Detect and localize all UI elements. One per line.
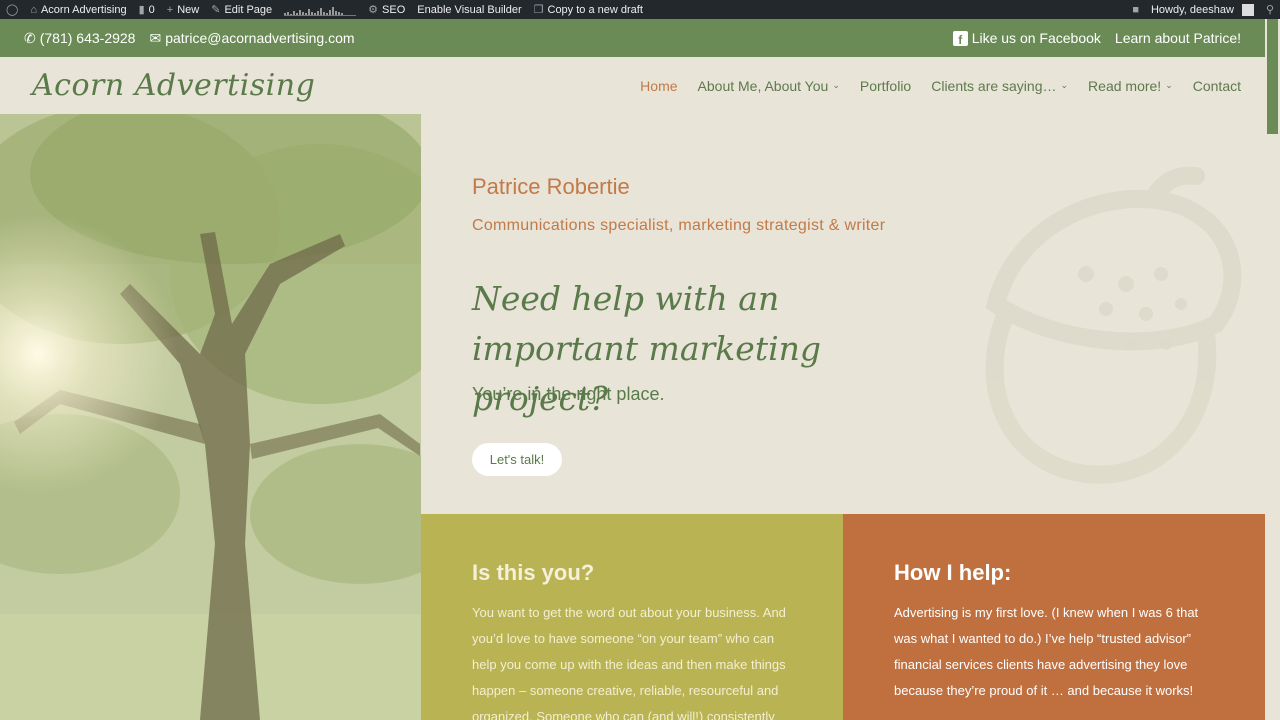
nav-item-clients[interactable]: Clients are saying… ⌄ — [931, 78, 1068, 94]
nav-label: Contact — [1192, 77, 1241, 94]
seo-menu[interactable]: ⚙ SEO — [362, 0, 411, 19]
admin-bar: ◯ ⌂ Acorn Advertising ▮ 0 + New ✎ Edit P… — [0, 0, 1280, 19]
plus-icon: + — [166, 3, 174, 16]
facebook-link[interactable]: f Like us on Facebook — [952, 30, 1101, 46]
page-scrollbar[interactable] — [1265, 19, 1280, 720]
chevron-down-icon: ⌄ — [832, 80, 840, 90]
nav-item-home[interactable]: Home — [640, 78, 677, 94]
comment-icon: ▮ — [138, 4, 145, 16]
chevron-down-icon: ⌄ — [1060, 80, 1069, 90]
edit-page-link[interactable]: ✎ Edit Page — [205, 0, 278, 19]
copy-icon: ❐ — [533, 4, 544, 16]
nav-item-contact[interactable]: Contact — [1193, 78, 1241, 94]
site-name-link[interactable]: ⌂ Acorn Advertising — [24, 0, 132, 19]
seo-label: SEO — [382, 3, 406, 16]
howdy-label: Howdy, deeshaw — [1150, 3, 1234, 16]
lets-talk-button[interactable]: Let's talk! — [472, 443, 562, 476]
envelope-icon: ✉ — [149, 29, 162, 46]
acorn-watermark-icon — [985, 166, 1242, 484]
hero-subheadline: You’re in the right place. — [472, 384, 665, 404]
main-nav: Home About Me, About You ⌄ Portfolio Cli… — [640, 78, 1241, 94]
section-title: How I help: — [894, 560, 1012, 585]
stats-chart[interactable] — [278, 0, 362, 19]
visual-builder-link[interactable]: Enable Visual Builder — [411, 0, 527, 19]
contact-info: ✆ (781) 643-2928 ✉ patrice@acornadvertis… — [24, 30, 355, 47]
hero-role: Communications specialist, marketing str… — [472, 217, 886, 234]
stats-sparkline-icon — [284, 4, 357, 16]
nav-label: Portfolio — [859, 77, 912, 94]
notifications-button[interactable]: ■ — [1126, 0, 1145, 19]
nav-item-about[interactable]: About Me, About You ⌄ — [698, 78, 840, 94]
wordpress-icon: ◯ — [6, 4, 19, 16]
how-i-help-section: How I help: Advertising is my first love… — [843, 514, 1265, 720]
email-link[interactable]: ✉ patrice@acornadvertising.com — [149, 30, 354, 47]
is-this-you-section: Is this you? You want to get the word ou… — [421, 514, 843, 720]
admin-search-button[interactable]: ⚲ — [1260, 0, 1280, 19]
section-text: You want to get the word out about your … — [472, 605, 786, 720]
chevron-down-icon: ⌄ — [1165, 80, 1173, 90]
pencil-icon: ✎ — [211, 4, 221, 16]
section-text: Advertising is my first love. (I knew wh… — [894, 605, 1199, 698]
email-address: patrice@acornadvertising.com — [165, 30, 355, 46]
nav-label: Clients are saying… — [931, 77, 1057, 94]
wordpress-logo-button[interactable]: ◯ — [0, 0, 24, 19]
facebook-icon: f — [952, 30, 968, 46]
hero-name: Patrice Robertie — [472, 174, 630, 199]
nav-label: About Me, About You — [697, 77, 829, 94]
learn-about-link[interactable]: Learn about Patrice! — [1115, 30, 1241, 46]
nav-label: Home — [640, 77, 678, 94]
gear-icon: ⚙ — [368, 4, 379, 16]
phone-icon: ✆ — [24, 29, 36, 46]
scrollbar-thumb[interactable] — [1267, 19, 1278, 134]
visual-builder-label: Enable Visual Builder — [417, 3, 522, 16]
nav-item-read-more[interactable]: Read more! ⌄ — [1088, 78, 1173, 94]
home-icon: ⌂ — [30, 3, 37, 16]
new-label: New — [177, 3, 200, 16]
nav-label: Read more! — [1088, 77, 1162, 94]
site-header: Acorn Advertising Home About Me, About Y… — [0, 57, 1265, 114]
site-logo[interactable]: Acorn Advertising — [32, 68, 315, 103]
phone-link[interactable]: ✆ (781) 643-2928 — [24, 30, 135, 47]
comments-count: 0 — [148, 3, 155, 16]
hero-tree-image — [0, 114, 421, 720]
section-title: Is this you? — [472, 560, 595, 585]
facebook-label: Like us on Facebook — [971, 30, 1101, 46]
phone-number: (781) 643-2928 — [39, 30, 136, 46]
comments-link[interactable]: ▮ 0 — [133, 0, 161, 19]
edit-page-label: Edit Page — [224, 3, 273, 16]
account-menu[interactable]: Howdy, deeshaw — [1145, 0, 1260, 19]
bell-icon: ■ — [1132, 3, 1139, 16]
copy-draft-label: Copy to a new draft — [547, 3, 643, 16]
hero-section: Patrice Robertie Communications speciali… — [421, 114, 1265, 514]
nav-item-portfolio[interactable]: Portfolio — [860, 78, 911, 94]
top-links: f Like us on Facebook Learn about Patric… — [952, 30, 1241, 46]
copy-draft-link[interactable]: ❐ Copy to a new draft — [528, 0, 649, 19]
top-contact-bar: ✆ (781) 643-2928 ✉ patrice@acornadvertis… — [0, 19, 1265, 57]
tree-illustration — [0, 114, 421, 720]
avatar — [1241, 3, 1254, 16]
admin-bar-right: ■ Howdy, deeshaw ⚲ — [1126, 0, 1280, 19]
new-content-button[interactable]: + New — [161, 0, 205, 19]
site-name-label: Acorn Advertising — [40, 3, 127, 16]
learn-about-label: Learn about Patrice! — [1114, 30, 1241, 46]
search-icon: ⚲ — [1265, 4, 1274, 16]
